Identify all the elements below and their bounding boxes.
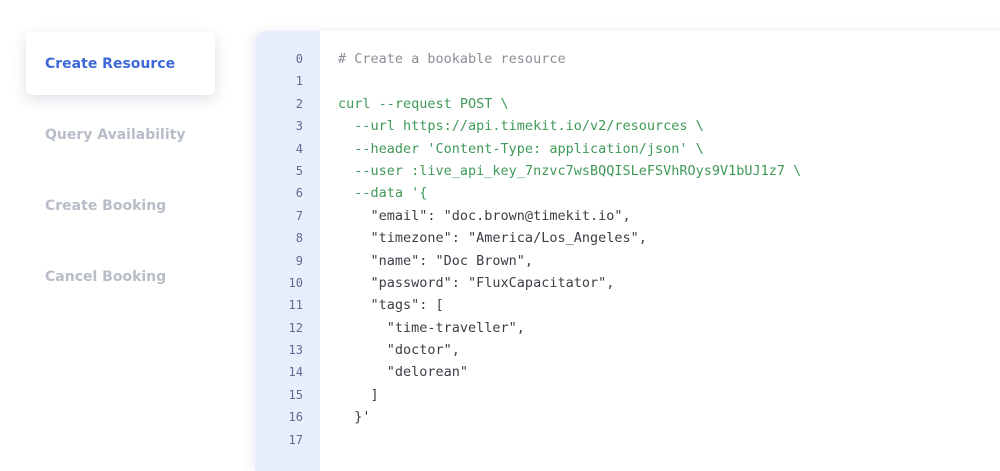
line-number: 11 <box>288 298 303 313</box>
code-line: --url https://api.timekit.io/v2/resource… <box>338 118 704 135</box>
code-line: curl --request POST \ <box>338 95 509 112</box>
line-number: 5 <box>295 163 303 178</box>
nav-item-query-availability[interactable]: Query Availability <box>26 103 215 166</box>
code-line: "doctor", <box>338 342 460 359</box>
code-line: "tags": [ <box>338 297 444 314</box>
code-block[interactable]: # Create a bookable resource curl --requ… <box>338 48 801 451</box>
line-number: 6 <box>295 186 303 201</box>
code-line: --header 'Content-Type: application/json… <box>338 140 704 157</box>
nav-item-create-resource[interactable]: Create Resource <box>26 32 215 95</box>
line-number: 3 <box>295 119 303 134</box>
line-number: 4 <box>295 141 303 156</box>
code-line: "time-traveller", <box>338 319 525 336</box>
code-line: --user :live_api_key_7nzvc7wsBQQISLeFSVh… <box>338 162 802 179</box>
line-number: 0 <box>295 52 303 66</box>
line-number: 1 <box>295 74 303 89</box>
line-number: 15 <box>288 387 303 402</box>
nav-item-cancel-booking[interactable]: Cancel Booking <box>26 245 215 308</box>
code-line: ] <box>338 386 379 403</box>
line-numbers: 0 1 2 3 4 5 6 7 8 9 10 11 12 13 14 15 16… <box>255 48 303 451</box>
code-line: "password": "FluxCapacitator", <box>338 274 615 291</box>
line-number: 17 <box>288 432 303 447</box>
line-number: 13 <box>288 343 303 358</box>
line-number: 7 <box>295 208 303 223</box>
code-line: "delorean" <box>338 364 469 381</box>
sidebar-nav: Create Resource Query Availability Creat… <box>26 32 215 316</box>
code-line: }' <box>338 409 371 426</box>
code-line: "email": "doc.brown@timekit.io", <box>338 207 631 224</box>
line-number-gutter: 0 1 2 3 4 5 6 7 8 9 10 11 12 13 14 15 16… <box>255 31 320 471</box>
line-number: 2 <box>295 96 303 111</box>
line-number: 8 <box>295 231 303 246</box>
line-number: 12 <box>288 320 303 335</box>
line-number: 16 <box>288 410 303 425</box>
line-number: 10 <box>288 275 303 290</box>
line-number: 9 <box>295 253 303 268</box>
code-panel: 0 1 2 3 4 5 6 7 8 9 10 11 12 13 14 15 16… <box>255 31 1000 471</box>
code-comment-line: # Create a bookable resource <box>338 51 566 67</box>
code-line: "name": "Doc Brown", <box>338 252 534 269</box>
nav-item-create-booking[interactable]: Create Booking <box>26 174 215 237</box>
line-number: 14 <box>288 365 303 380</box>
code-line: --data '{ <box>338 185 428 202</box>
code-line: "timezone": "America/Los_Angeles", <box>338 230 647 247</box>
